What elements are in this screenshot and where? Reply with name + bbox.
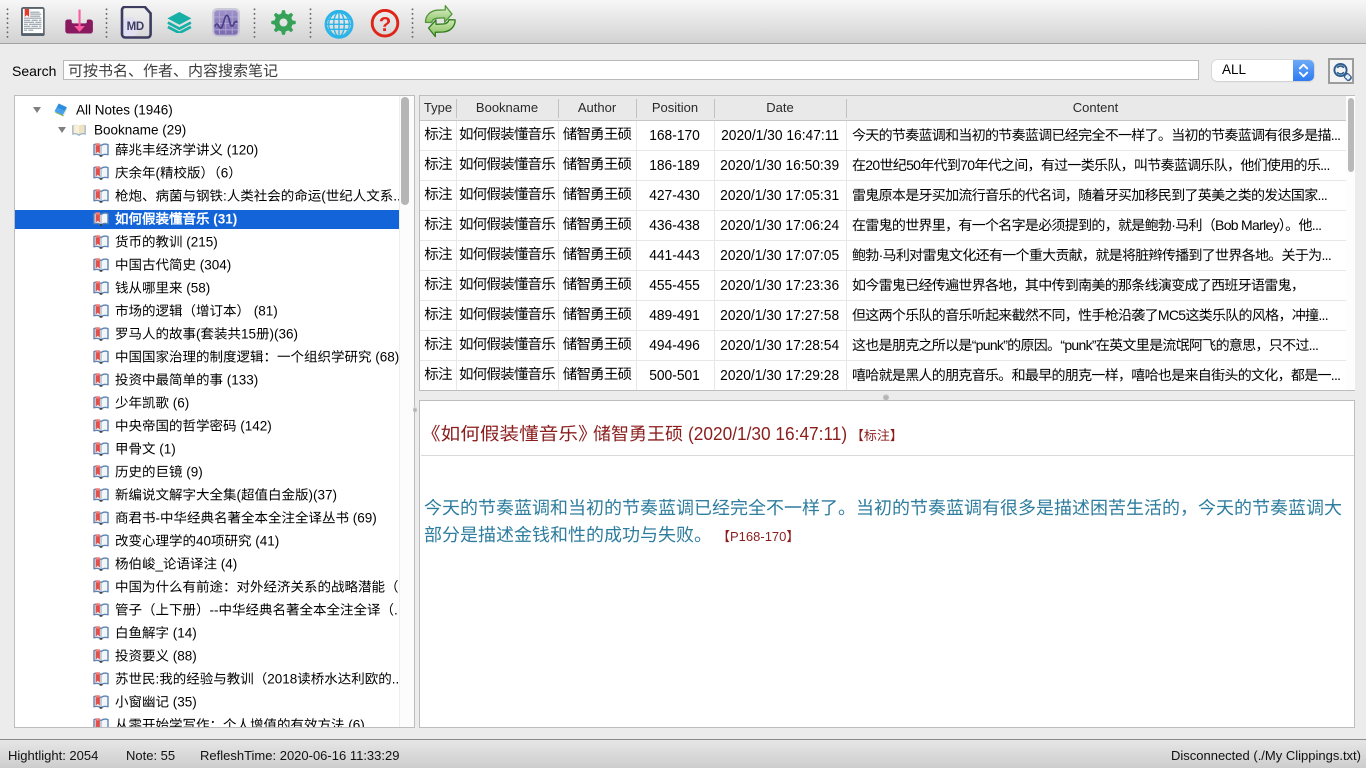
svg-text:?: ? [378,13,391,36]
svg-text:MD: MD [127,20,144,32]
